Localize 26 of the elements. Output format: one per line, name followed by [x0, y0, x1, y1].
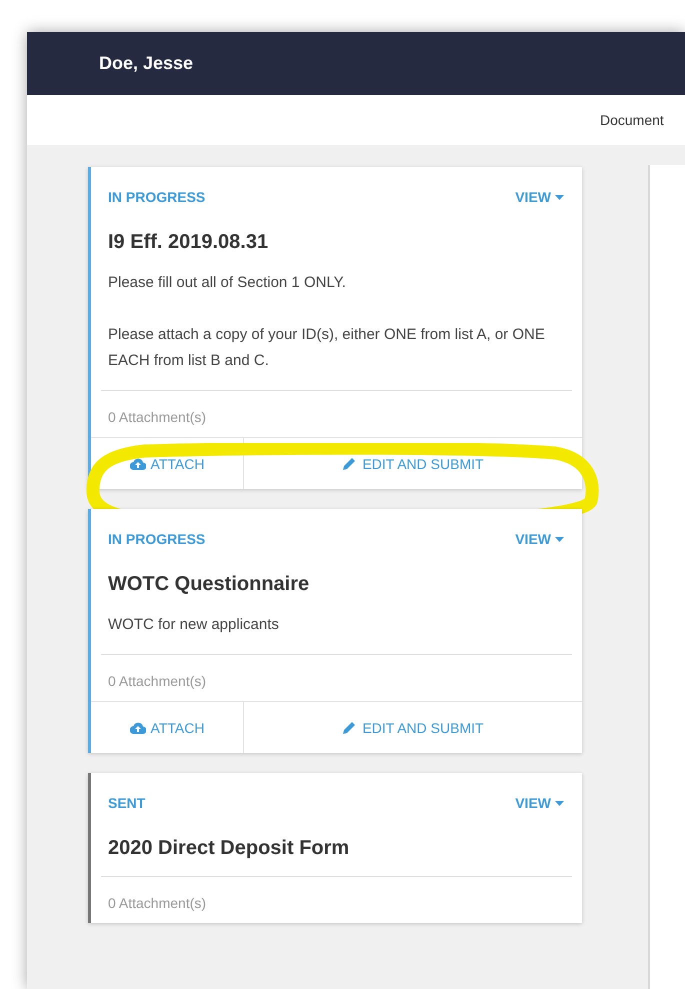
pencil-icon	[342, 456, 358, 471]
cloud-upload-icon	[130, 722, 146, 734]
document-title: 2020 Direct Deposit Form	[107, 836, 350, 860]
caret-icon	[555, 194, 564, 200]
user-name: Doe, Jesse	[99, 53, 194, 74]
document-title: I9 Eff. 2019.08.31	[107, 230, 270, 254]
caret-icon	[555, 800, 564, 806]
view-dropdown[interactable]: VIEW	[515, 795, 564, 811]
status-label: IN PROGRESS	[108, 531, 206, 547]
description-text: Please attach a copy of your ID(s), either ONE from list A, or ONE EACH from list B and C.	[108, 325, 546, 371]
caret-icon	[555, 536, 564, 542]
document-title: WOTC Questionnaire	[107, 572, 310, 596]
status-label: IN PROGRESS	[108, 189, 206, 205]
view-dropdown[interactable]: VIEW	[515, 189, 564, 205]
status-label: SENT	[108, 795, 146, 811]
attachment-count: 0 Attachment(s)	[107, 672, 208, 691]
edit-submit-button[interactable]: EDIT AND SUBMIT	[243, 701, 582, 753]
documents-tab[interactable]: Document	[600, 112, 664, 128]
cloud-upload-icon	[130, 458, 146, 470]
attachment-count: 0 Attachment(s)	[107, 408, 208, 427]
pencil-icon	[342, 720, 358, 735]
attachment-count: 0 Attachment(s)	[107, 894, 208, 913]
description-text: WOTC for new applicants	[108, 615, 280, 635]
attach-button[interactable]: ATTACH	[91, 701, 243, 753]
description-text: Please fill out all of Section 1 ONLY.	[108, 273, 347, 293]
view-dropdown[interactable]: VIEW	[515, 531, 564, 547]
